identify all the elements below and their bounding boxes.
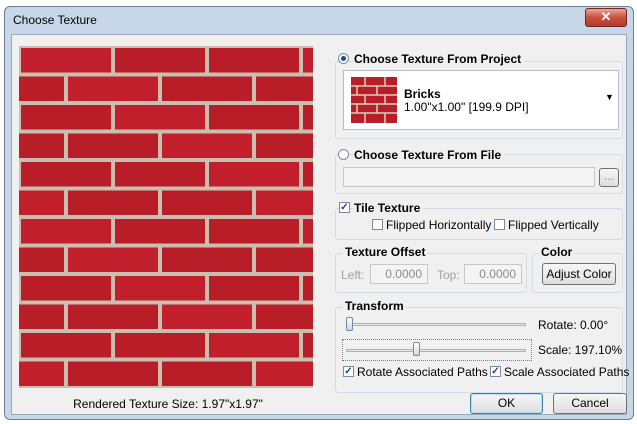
file-path-field[interactable]	[343, 167, 595, 187]
close-button[interactable]: ✕	[585, 8, 627, 27]
texture-info: 1.00"x1.00" [199.9 DPI]	[404, 100, 529, 114]
file-radio[interactable]	[338, 149, 349, 160]
flip-vertical-label[interactable]: Flipped Vertically	[508, 218, 599, 232]
adjust-color-button[interactable]: Adjust Color	[542, 263, 616, 285]
scale-slider-thumb[interactable]	[413, 342, 421, 356]
texture-name: Bricks	[404, 87, 441, 101]
rotate-value: Rotate: 0.00°	[538, 318, 609, 332]
scale-paths-label[interactable]: Scale Associated Paths	[504, 365, 629, 379]
project-heading: Choose Texture From Project	[354, 52, 525, 66]
choose-texture-window: Choose Texture ✕ Rendered Texture Size: …	[4, 6, 634, 420]
rotate-paths-label[interactable]: Rotate Associated Paths	[357, 365, 488, 379]
ok-button[interactable]: OK	[470, 393, 543, 414]
cancel-button[interactable]: Cancel	[553, 393, 627, 414]
project-texture-combo[interactable]: Bricks 1.00"x1.00" [199.9 DPI] ▼	[343, 70, 619, 130]
scale-slider-track[interactable]	[346, 349, 526, 352]
flip-horizontal-label[interactable]: Flipped Horizontally	[386, 218, 491, 232]
flip-horizontal-checkbox[interactable]	[372, 219, 383, 230]
rotate-paths-checkbox[interactable]: ✓	[343, 366, 354, 377]
rotate-slider-thumb[interactable]	[346, 317, 353, 331]
tile-texture-checkbox[interactable]: ✓	[339, 202, 350, 213]
tile-texture-label: Tile Texture	[354, 201, 424, 215]
offset-left-field[interactable]: 0.0000	[370, 264, 428, 284]
title-bar: Choose Texture ✕	[5, 7, 633, 33]
project-radio[interactable]	[338, 53, 349, 64]
bricks-thumbnail	[351, 77, 397, 123]
color-heading: Color	[539, 245, 575, 259]
close-icon: ✕	[600, 9, 612, 24]
flip-vertical-checkbox[interactable]	[494, 219, 505, 230]
brick-texture-image	[19, 46, 313, 388]
dialog-body: Rendered Texture Size: 1.97"x1.97" Choos…	[11, 34, 629, 415]
combo-dropdown-icon[interactable]: ▼	[605, 92, 614, 102]
scale-paths-checkbox[interactable]: ✓	[490, 366, 501, 377]
offset-top-field[interactable]: 0.0000	[464, 264, 522, 284]
offset-left-label: Left:	[341, 268, 365, 282]
transform-heading: Transform	[343, 299, 406, 313]
rotate-slider-track[interactable]	[346, 323, 526, 326]
file-heading: Choose Texture From File	[354, 148, 505, 162]
browse-button[interactable]: ...	[599, 168, 619, 187]
window-title: Choose Texture	[13, 13, 97, 27]
scale-value: Scale: 197.10%	[538, 343, 623, 357]
texture-preview	[19, 46, 313, 388]
offset-top-label: Top:	[437, 268, 460, 282]
offset-heading: Texture Offset	[343, 245, 428, 259]
rendered-texture-size: Rendered Texture Size: 1.97"x1.97"	[73, 397, 263, 411]
